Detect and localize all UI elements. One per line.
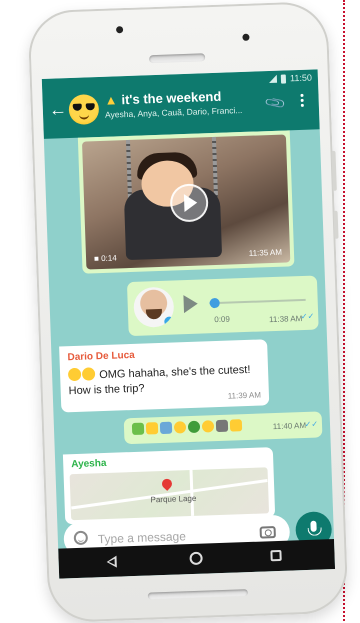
swing-chain-left <box>125 139 133 201</box>
audio-seek-handle[interactable] <box>209 297 220 309</box>
emoji-message[interactable]: 11:40 AM ✓✓ <box>123 411 323 445</box>
status-bar: 11:50 <box>268 72 313 84</box>
grin-emoji-icon <box>67 367 82 382</box>
message-time: 11:39 AM <box>227 390 262 401</box>
voice-message[interactable]: 0:09 11:38 AM ✓✓ <box>126 275 319 337</box>
sun-cloud-emoji-icon <box>145 422 159 435</box>
message-list[interactable]: ■ 0:14 11:35 AM 0:09 11:38 AM ✓✓ Dario D… <box>44 129 333 525</box>
arrow-left-icon[interactable]: ← <box>49 99 68 120</box>
more-vert-icon[interactable] <box>300 94 304 108</box>
audio-duration: 0:09 <box>214 314 231 325</box>
video-duration: ■ 0:14 <box>93 253 117 264</box>
group-avatar[interactable] <box>68 93 100 126</box>
cool-face-emoji-icon <box>173 421 187 434</box>
emoji-sequence <box>131 419 243 436</box>
video-thumbnail[interactable]: ■ 0:14 11:35 AM <box>81 134 291 270</box>
power-button <box>333 210 339 239</box>
sunglasses-icon <box>73 103 95 111</box>
nav-home-icon[interactable] <box>189 551 203 566</box>
map-pin-icon <box>159 476 175 491</box>
sender-avatar <box>133 286 175 328</box>
message-time: 11:40 AM <box>272 420 307 432</box>
picture-emoji-icon <box>159 421 173 435</box>
read-receipt-icon: ✓✓ <box>304 419 319 429</box>
chat-title-row[interactable]: ▲ it's the weekend <box>104 89 221 108</box>
tree-emoji-icon <box>187 420 201 434</box>
fire-emoji-icon: ▲ <box>104 92 118 108</box>
incoming-message[interactable]: Dario De Luca OMG hahaha, she's the cute… <box>59 339 270 413</box>
video-duration-text: 0:14 <box>100 253 117 263</box>
paperclip-icon[interactable]: 📎 <box>263 91 287 115</box>
signal-icon <box>268 74 278 84</box>
status-time: 11:50 <box>289 72 313 84</box>
battery-icon <box>280 73 287 84</box>
camera-icon[interactable] <box>259 526 276 539</box>
avatar-beard <box>145 308 163 320</box>
herb-emoji-icon <box>131 422 145 436</box>
message-time: 11:35 AM <box>248 247 283 258</box>
camera-emoji-icon <box>215 419 229 433</box>
mic-badge-icon <box>164 316 175 327</box>
chat-title: it's the weekend <box>121 88 222 108</box>
sender-name: Ayesha <box>71 457 107 471</box>
read-receipt-icon: ✓✓ <box>300 311 315 322</box>
nav-recents-icon[interactable] <box>270 549 282 562</box>
message-text: OMG hahaha, she's the cutest! How is the… <box>68 363 251 398</box>
volume-button <box>331 150 337 191</box>
play-audio-icon[interactable] <box>183 294 199 314</box>
sender-name: Dario De Luca <box>67 349 135 364</box>
phone-screen: 11:50 ← ▲ it's the weekend Ayesha, Anya, … <box>41 69 336 579</box>
swing-chain-right <box>211 136 219 198</box>
map-place-label: Parque Lage <box>150 493 197 505</box>
chat-app-bar: 11:50 ← ▲ it's the weekend Ayesha, Anya, … <box>41 69 320 139</box>
nav-back-icon[interactable] <box>106 555 117 568</box>
grin-emoji-icon <box>81 367 96 381</box>
thumbs-up-emoji-icon <box>229 419 243 432</box>
smile-emoji-icon <box>201 420 215 433</box>
message-time: 11:38 AM <box>268 314 303 325</box>
video-message[interactable]: ■ 0:14 11:35 AM <box>77 130 295 274</box>
smiley-icon[interactable] <box>73 530 89 546</box>
phone-frame: 11:50 ← ▲ it's the weekend Ayesha, Anya, … <box>27 0 349 623</box>
avatar-smile <box>79 113 90 120</box>
audio-progress-track[interactable] <box>209 297 306 309</box>
